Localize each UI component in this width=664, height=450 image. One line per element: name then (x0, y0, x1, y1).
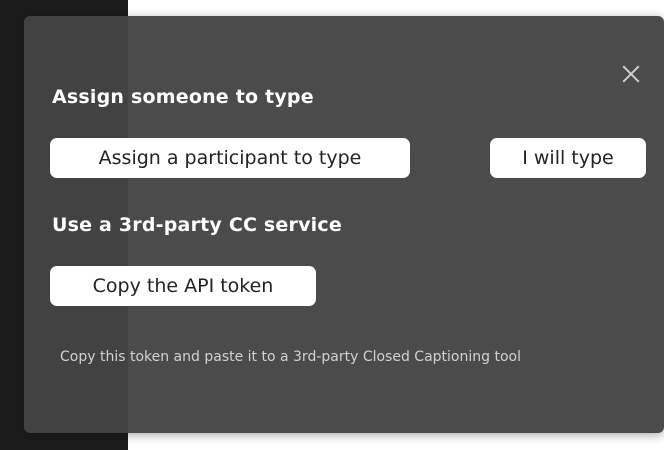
close-icon[interactable] (622, 64, 640, 82)
api-token-description: Copy this token and paste it to a 3rd-pa… (60, 349, 521, 365)
assign-participant-button[interactable]: Assign a participant to type (50, 138, 410, 178)
assign-section-heading: Assign someone to type (52, 86, 314, 108)
i-will-type-button[interactable]: I will type (490, 138, 646, 178)
third-party-section-heading: Use a 3rd-party CC service (52, 214, 342, 236)
copy-api-token-button[interactable]: Copy the API token (50, 266, 316, 306)
